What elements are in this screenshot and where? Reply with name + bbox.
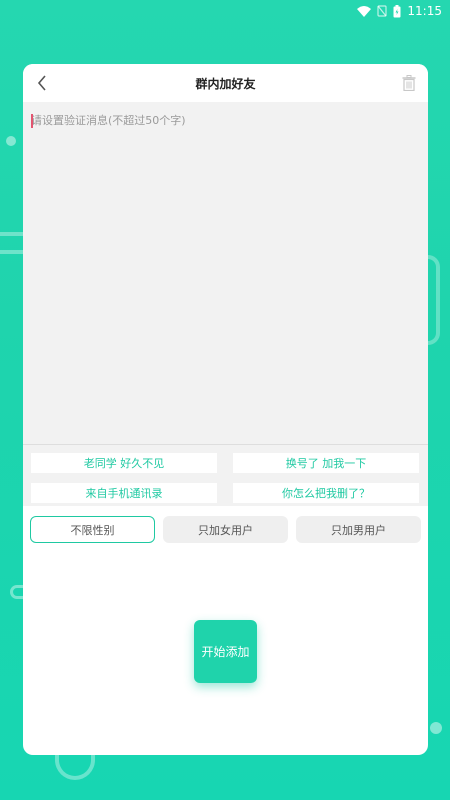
gender-option-male[interactable]: 只加男用户 (296, 516, 421, 543)
gender-filter: 不限性别 只加女用户 只加男用户 (30, 516, 421, 543)
battery-icon (393, 4, 401, 18)
status-bar: 11:15 (0, 0, 450, 22)
message-area (23, 102, 428, 444)
background-decoration (55, 755, 95, 780)
quick-message-chip[interactable]: 换号了 加我一下 (233, 453, 419, 473)
background-decoration (6, 136, 16, 146)
title-bar: 群内加好友 (23, 64, 428, 102)
text-caret (31, 114, 33, 128)
back-chevron-icon (37, 75, 46, 91)
verification-message-input[interactable] (23, 102, 428, 444)
clear-button[interactable] (400, 74, 418, 92)
background-decoration (430, 722, 442, 734)
add-friend-card: 群内加好友 老同学 好久不见 换号了 加我一下 来自手机通讯录 你怎么把我删了？… (23, 64, 428, 755)
status-time: 11:15 (407, 4, 442, 18)
gender-option-any[interactable]: 不限性别 (30, 516, 155, 543)
gender-option-female[interactable]: 只加女用户 (163, 516, 288, 543)
quick-message-list: 老同学 好久不见 换号了 加我一下 来自手机通讯录 你怎么把我删了？ (23, 444, 428, 506)
quick-message-chip[interactable]: 来自手机通讯录 (31, 483, 217, 503)
trash-icon (402, 75, 416, 91)
signal-off-icon (377, 5, 388, 17)
start-add-button[interactable]: 开始添加 (194, 620, 257, 683)
wifi-icon (357, 5, 372, 17)
quick-message-chip[interactable]: 老同学 好久不见 (31, 453, 217, 473)
quick-message-chip[interactable]: 你怎么把我删了？ (233, 483, 419, 503)
page-title: 群内加好友 (195, 76, 256, 91)
back-button[interactable] (31, 72, 53, 94)
